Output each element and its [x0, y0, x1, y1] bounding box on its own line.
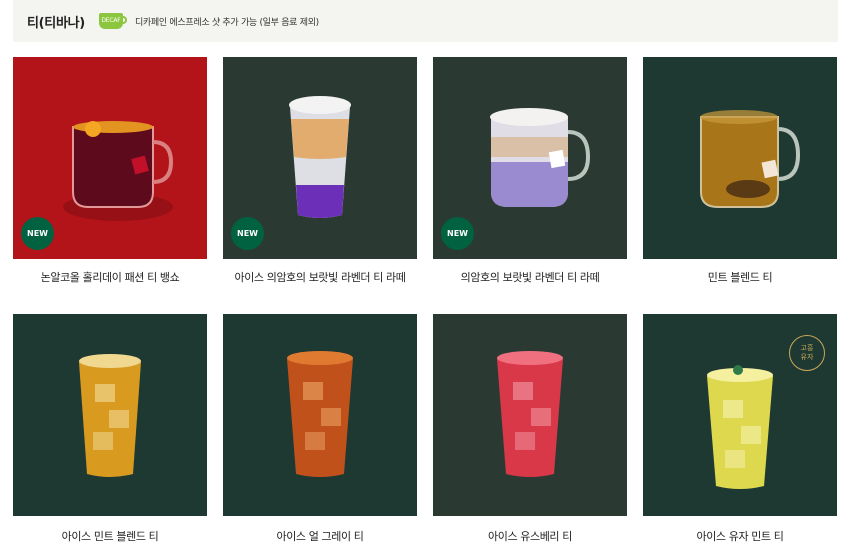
- product-image[interactable]: [223, 314, 417, 516]
- new-badge: NEW: [231, 217, 264, 250]
- product-card[interactable]: 아이스 유스베리 티: [433, 314, 627, 543]
- product-image[interactable]: [433, 314, 627, 516]
- product-name[interactable]: 아이스 유스베리 티: [433, 528, 627, 544]
- decaf-cup-icon: DECAF: [98, 12, 127, 30]
- product-image[interactable]: [13, 314, 207, 516]
- product-name[interactable]: 아이스 의암호의 보랏빛 라벤더 티 라떼: [223, 269, 417, 285]
- product-image[interactable]: NEW: [13, 57, 207, 259]
- product-card[interactable]: 민트 블렌드 티: [643, 57, 837, 284]
- category-header: 티(티바나) DECAF 디카페인 에스프레소 샷 추가 가능 (일부 음료 제…: [13, 0, 838, 42]
- product-image[interactable]: 고흥 유자: [643, 314, 837, 516]
- product-name[interactable]: 아이스 유자 민트 티: [643, 528, 837, 544]
- goheung-yuzu-badge: 고흥 유자: [789, 335, 825, 371]
- product-card[interactable]: NEW 의암호의 보랏빛 라벤더 티 라떼: [433, 57, 627, 284]
- new-badge: NEW: [441, 217, 474, 250]
- product-card[interactable]: 고흥 유자 아이스 유자 민트 티: [643, 314, 837, 543]
- decaf-badge-label: DECAF: [98, 13, 123, 29]
- new-badge: NEW: [21, 217, 54, 250]
- hot-mint-tea-icon: [700, 110, 801, 208]
- product-image[interactable]: [643, 57, 837, 259]
- iced-youthberry-icon: [497, 351, 563, 477]
- category-title: 티(티바나): [27, 15, 85, 31]
- iced-earl-grey-icon: [287, 351, 353, 477]
- product-name[interactable]: 아이스 얼 그레이 티: [223, 528, 417, 544]
- product-image[interactable]: NEW: [433, 57, 627, 259]
- product-image[interactable]: NEW: [223, 57, 417, 259]
- product-name[interactable]: 민트 블렌드 티: [643, 269, 837, 285]
- product-name[interactable]: 아이스 민트 블렌드 티: [13, 528, 207, 544]
- product-card[interactable]: 아이스 얼 그레이 티: [223, 314, 417, 543]
- iced-mint-tea-icon: [79, 354, 141, 477]
- product-card[interactable]: 아이스 민트 블렌드 티: [13, 314, 207, 543]
- product-card[interactable]: NEW 논알코올 홀리데이 패션 티 뱅쇼: [13, 57, 207, 284]
- product-card[interactable]: NEW 아이스 의암호의 보랏빛 라벤더 티 라떼: [223, 57, 417, 284]
- product-name[interactable]: 의암호의 보랏빛 라벤더 티 라떼: [433, 269, 627, 285]
- decaf-note: 디카페인 에스프레소 샷 추가 가능 (일부 음료 제외): [134, 17, 319, 28]
- product-name[interactable]: 논알코올 홀리데이 패션 티 뱅쇼: [13, 269, 207, 285]
